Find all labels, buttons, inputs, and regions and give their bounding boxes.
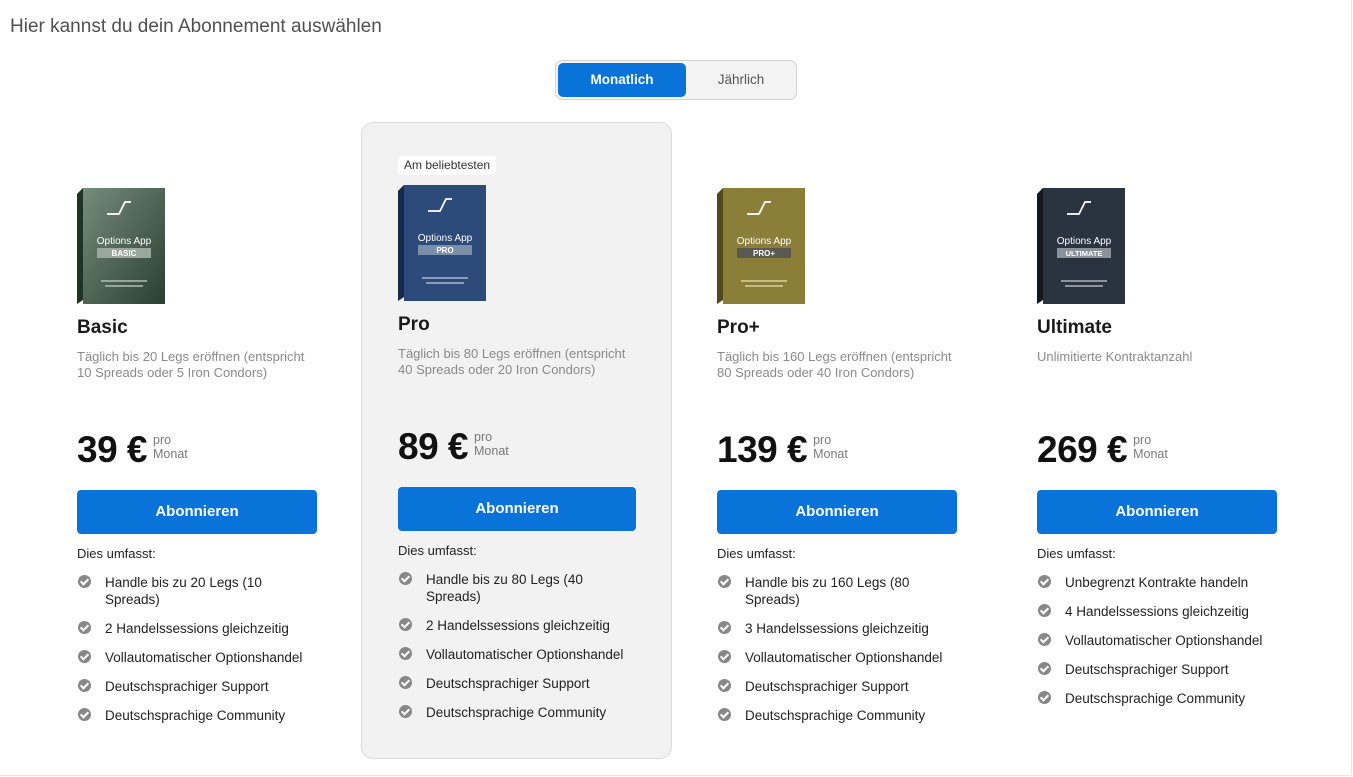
price-amount: 269 €	[1037, 429, 1128, 470]
check-icon	[1038, 662, 1051, 675]
price: 139 € pro Monat	[717, 430, 848, 470]
feature-item: Deutschsprachige Community	[717, 707, 957, 724]
svg-text:PRO: PRO	[436, 246, 453, 255]
price-unit-bottom: Monat	[474, 444, 509, 458]
price-unit-top: pro	[474, 430, 493, 444]
price-unit: pro Monat	[153, 433, 188, 461]
most-popular-badge: Am beliebtesten	[398, 156, 497, 175]
check-icon	[1038, 633, 1051, 646]
feature-item: 4 Handelssessions gleichzeitig	[1037, 603, 1277, 620]
check-icon	[78, 650, 91, 663]
feature-item: Handle bis zu 160 Legs (80 Spreads)	[717, 574, 957, 608]
check-icon	[1038, 604, 1051, 617]
feature-list: Handle bis zu 160 Legs (80 Spreads) 3 Ha…	[717, 574, 957, 736]
price-unit: pro Monat	[1133, 433, 1168, 461]
check-icon	[399, 705, 412, 718]
page-title: Hier kannst du dein Abonnement auswählen	[10, 16, 382, 37]
toggle-yearly[interactable]: Jährlich	[686, 63, 796, 97]
feature-item: Deutschsprachige Community	[398, 704, 638, 721]
feature-list: Handle bis zu 80 Legs (40 Spreads) 2 Han…	[398, 571, 638, 733]
feature-item: Handle bis zu 80 Legs (40 Spreads)	[398, 571, 638, 605]
product-box-image: Options App PRO+	[717, 188, 805, 304]
price-amount: 89 €	[398, 426, 469, 467]
svg-text:Options App: Options App	[1057, 236, 1112, 247]
subscribe-button[interactable]: Abonnieren	[1037, 490, 1277, 534]
svg-text:ULTIMATE: ULTIMATE	[1066, 249, 1103, 258]
feature-item: Deutschsprachiger Support	[398, 675, 638, 692]
check-icon	[399, 676, 412, 689]
feature-item: Deutschsprachiger Support	[717, 678, 957, 695]
price-unit-bottom: Monat	[153, 447, 188, 461]
price-unit: pro Monat	[474, 430, 509, 458]
includes-label: Dies umfasst:	[398, 543, 477, 558]
product-box-image: Options App BASIC	[77, 188, 165, 304]
feature-item: Handle bis zu 20 Legs (10 Spreads)	[77, 574, 317, 608]
feature-item: Vollautomatischer Optionshandel	[717, 649, 957, 666]
svg-text:Options App: Options App	[97, 236, 152, 247]
check-icon	[1038, 575, 1051, 588]
includes-label: Dies umfasst:	[77, 546, 156, 561]
plan-description: Täglich bis 160 Legs eröffnen (entsprich…	[717, 349, 952, 380]
svg-text:BASIC: BASIC	[112, 249, 137, 258]
includes-label: Dies umfasst:	[1037, 546, 1116, 561]
feature-list: Handle bis zu 20 Legs (10 Spreads) 2 Han…	[77, 574, 317, 736]
feature-item: Deutschsprachige Community	[1037, 690, 1277, 707]
price-unit-top: pro	[153, 433, 172, 447]
feature-list: Unbegrenzt Kontrakte handeln 4 Handelsse…	[1037, 574, 1277, 719]
check-icon	[718, 575, 731, 588]
price: 269 € pro Monat	[1037, 430, 1168, 470]
feature-item: Deutschsprachiger Support	[77, 678, 317, 695]
check-icon	[399, 572, 412, 585]
price: 39 € pro Monat	[77, 430, 188, 470]
subscribe-button[interactable]: Abonnieren	[398, 487, 636, 531]
plan-description: Täglich bis 20 Legs eröffnen (entspricht…	[77, 349, 305, 380]
check-icon	[399, 618, 412, 631]
check-icon	[78, 621, 91, 634]
product-box-image: Options App ULTIMATE	[1037, 188, 1125, 304]
check-icon	[718, 621, 731, 634]
check-icon	[78, 679, 91, 692]
feature-item: Deutschsprachiger Support	[1037, 661, 1277, 678]
svg-text:Options App: Options App	[737, 236, 792, 247]
feature-item: Deutschsprachige Community	[77, 707, 317, 724]
feature-item: Vollautomatischer Optionshandel	[1037, 632, 1277, 649]
check-icon	[1038, 691, 1051, 704]
plan-description: Täglich bis 80 Legs eröffnen (entspricht…	[398, 346, 626, 377]
check-icon	[399, 647, 412, 660]
price-unit-top: pro	[1133, 433, 1152, 447]
price-unit: pro Monat	[813, 433, 848, 461]
check-icon	[718, 650, 731, 663]
price-amount: 39 €	[77, 429, 148, 470]
price-unit-bottom: Monat	[1133, 447, 1168, 461]
feature-item: Vollautomatischer Optionshandel	[77, 649, 317, 666]
feature-item: 3 Handelssessions gleichzeitig	[717, 620, 957, 637]
subscribe-button[interactable]: Abonnieren	[77, 490, 317, 534]
check-icon	[78, 708, 91, 721]
feature-item: Vollautomatischer Optionshandel	[398, 646, 638, 663]
price-amount: 139 €	[717, 429, 808, 470]
toggle-monthly[interactable]: Monatlich	[558, 63, 686, 97]
check-icon	[718, 679, 731, 692]
plan-name: Ultimate	[1037, 317, 1112, 338]
check-icon	[78, 575, 91, 588]
subscribe-button[interactable]: Abonnieren	[717, 490, 957, 534]
plan-name: Basic	[77, 317, 128, 338]
plan-name: Pro+	[717, 317, 760, 338]
feature-item: 2 Handelssessions gleichzeitig	[398, 617, 638, 634]
price-unit-top: pro	[813, 433, 832, 447]
plan-description: Unlimitierte Kontraktanzahl	[1037, 349, 1193, 364]
price: 89 € pro Monat	[398, 427, 509, 467]
check-icon	[718, 708, 731, 721]
includes-label: Dies umfasst:	[717, 546, 796, 561]
feature-item: Unbegrenzt Kontrakte handeln	[1037, 574, 1277, 591]
svg-text:PRO+: PRO+	[753, 249, 775, 258]
plan-name: Pro	[398, 314, 430, 335]
price-unit-bottom: Monat	[813, 447, 848, 461]
svg-text:Options App: Options App	[418, 233, 473, 244]
feature-item: 2 Handelssessions gleichzeitig	[77, 620, 317, 637]
product-box-image: Options App PRO	[398, 185, 486, 301]
billing-period-toggle[interactable]: Monatlich Jährlich	[555, 60, 797, 100]
